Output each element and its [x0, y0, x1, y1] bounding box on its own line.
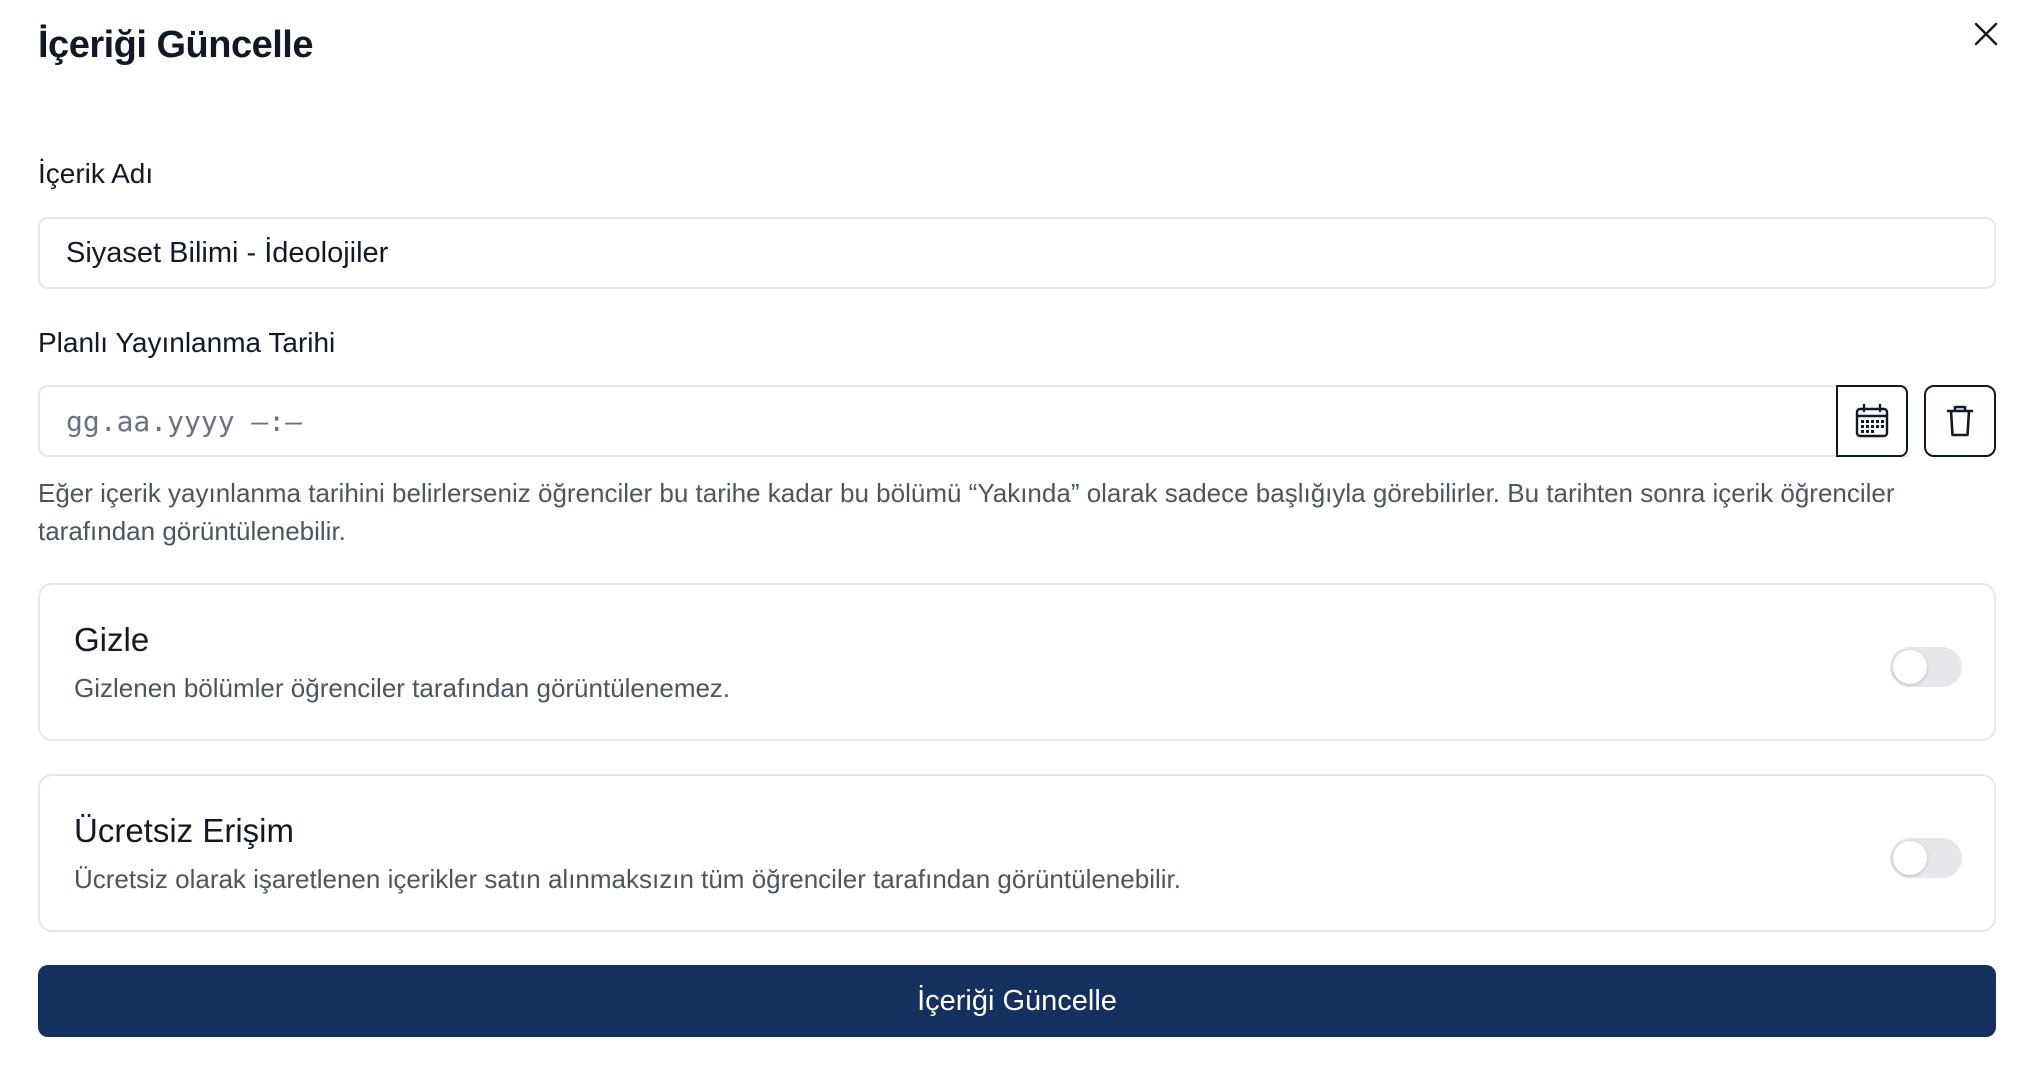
- close-button[interactable]: [1966, 14, 2006, 54]
- publish-date-input[interactable]: gg.aa.yyyy —:—: [38, 385, 1908, 457]
- hide-option-card: Gizle Gizlenen bölümler öğrenciler taraf…: [38, 583, 1996, 741]
- content-name-input[interactable]: Siyaset Bilimi - İdeolojiler: [38, 217, 1996, 289]
- free-access-option-card: Ücretsiz Erişim Ücretsiz olarak işaretle…: [38, 774, 1996, 932]
- update-content-modal: İçeriği Güncelle İçerik Adı Siyaset Bili…: [0, 0, 2018, 1066]
- calendar-button[interactable]: [1836, 385, 1908, 457]
- modal-title: İçeriği Güncelle: [38, 24, 314, 66]
- content-name-label: İçerik Adı: [38, 158, 154, 189]
- hide-toggle-knob: [1893, 650, 1927, 684]
- free-access-option-description: Ücretsiz olarak işaretlenen içerikler sa…: [74, 864, 1181, 894]
- publish-date-row: gg.aa.yyyy —:—: [38, 385, 1996, 457]
- trash-icon: [1946, 405, 1974, 437]
- update-content-button[interactable]: İçeriği Güncelle: [38, 965, 1996, 1037]
- clear-date-button[interactable]: [1924, 385, 1996, 457]
- publish-date-help-text: Eğer içerik yayınlanma tarihini belirler…: [38, 478, 1895, 546]
- free-access-option-title: Ücretsiz Erişim: [74, 812, 294, 849]
- free-access-toggle-knob: [1893, 841, 1927, 875]
- publish-date-label: Planlı Yayınlanma Tarihi: [38, 327, 336, 358]
- hide-option-description: Gizlenen bölümler öğrenciler tarafından …: [74, 673, 731, 703]
- hide-option-title: Gizle: [74, 621, 150, 658]
- close-icon: [1974, 22, 1998, 46]
- calendar-icon: [1855, 403, 1889, 438]
- free-access-toggle[interactable]: [1890, 838, 1962, 878]
- hide-toggle[interactable]: [1890, 647, 1962, 687]
